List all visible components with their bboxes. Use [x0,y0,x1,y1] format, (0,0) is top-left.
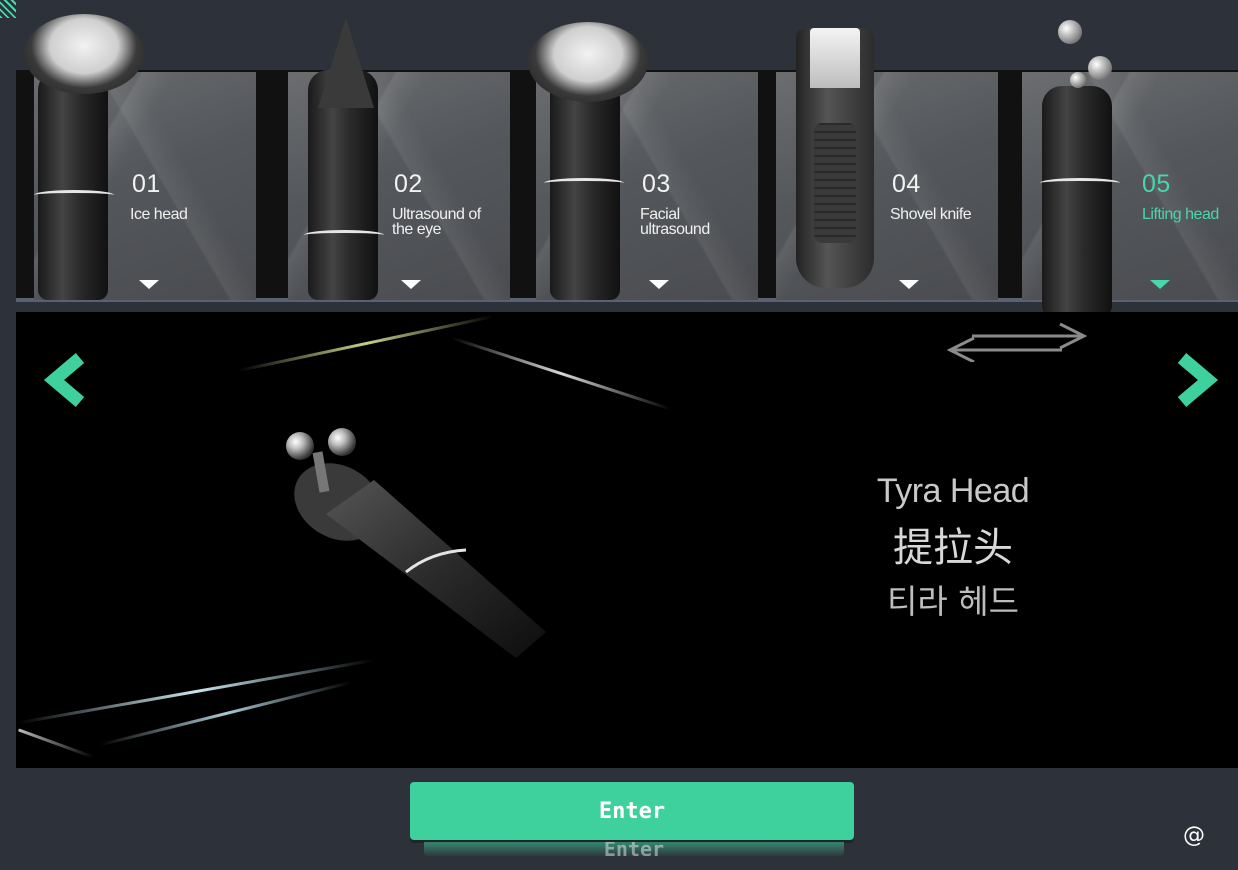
product-name-english: Tyra Head [876,472,1030,510]
handle-ring [1040,178,1120,188]
next-arrow-icon[interactable] [1166,352,1222,408]
decor-streak [451,336,671,411]
ice-head-disc [24,14,144,94]
eye-ultrasound-tip [318,18,374,108]
decor-streak [99,680,353,747]
head-card-02[interactable]: 02 Ultrasound of the eye [278,0,524,300]
chevron-down-icon [649,280,669,289]
enter-button-reflection: Enter [424,842,844,856]
head-name: Lifting head [1142,206,1219,223]
head-name: Shovel knife [890,206,972,223]
head-selector-strip: 01 Ice head 02 Ultrasound of the eye 03 … [16,0,1238,316]
shovel-knife-icon [796,28,874,288]
head-card-05[interactable]: 05 Lifting head [1022,0,1238,316]
handle-ring [304,230,384,240]
head-card-03[interactable]: 03 Facial ultrasound [526,0,772,300]
lifting-head-image [256,422,556,662]
head-number: 02 [394,170,423,198]
head-card-04[interactable]: 04 Shovel knife [776,0,1022,300]
ice-head-icon [38,70,108,300]
decor-streak [17,728,95,759]
at-icon[interactable]: @ [1180,822,1208,850]
enter-button[interactable]: Enter [410,782,854,840]
head-card-01[interactable]: 01 Ice head [16,0,262,300]
footer-bar: Enter Enter @ [16,768,1238,870]
head-number: 01 [132,170,161,198]
head-name: Ice head [130,206,188,223]
head-number: 03 [642,170,671,198]
head-name: Ultrasound of the eye [392,206,481,238]
product-name-korean: 티라 헤드 [887,582,1019,621]
chevron-down-icon [401,280,421,289]
previous-arrow-icon[interactable] [40,352,96,408]
lifting-head-balls [1048,20,1122,100]
head-number: 05 [1142,170,1171,198]
lifting-head-icon [1042,86,1112,316]
chevron-down-icon [1150,280,1170,289]
handle-ring [544,178,624,188]
facial-ultrasound-disc [528,22,648,102]
head-number: 04 [892,170,921,198]
chevron-down-icon [899,280,919,289]
handle-ring [34,190,114,200]
product-title-group: Tyra Head 提拉头 티라 헤드 [868,472,1038,623]
swap-arrows-icon [942,322,1092,364]
decor-streak [238,315,494,372]
product-display: Tyra Head 提拉头 티라 헤드 [16,312,1238,768]
chevron-down-icon [139,280,159,289]
product-name-chinese: 提拉头 [893,525,1013,571]
head-name: Facial ultrasound [640,206,710,238]
